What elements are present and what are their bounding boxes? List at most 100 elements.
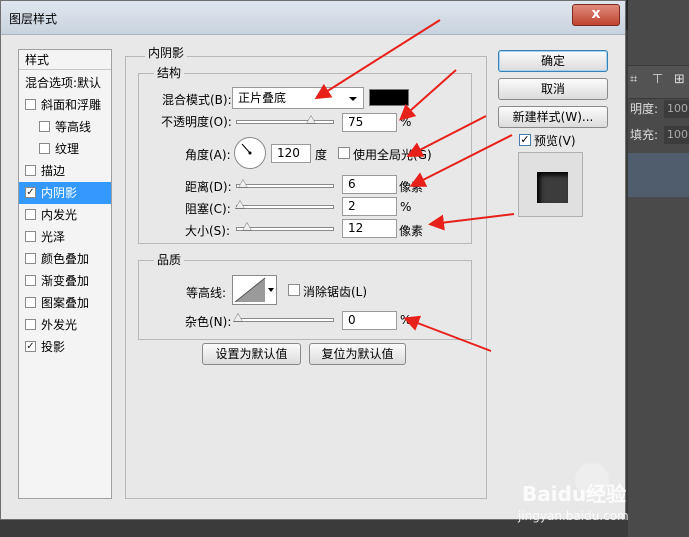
distance-slider[interactable] — [236, 179, 334, 188]
blend-mode-value: 正片叠底 — [238, 91, 287, 105]
style-item-label: 颜色叠加 — [41, 252, 90, 266]
watermark-url: jingyan.baidu.com — [518, 509, 629, 523]
style-item-stroke[interactable]: 描边 — [19, 160, 111, 182]
selected-layer-band[interactable] — [628, 153, 689, 197]
size-slider[interactable] — [236, 222, 334, 231]
style-item-checkbox[interactable] — [25, 209, 36, 220]
style-item-color-overlay[interactable]: 颜色叠加 — [19, 248, 111, 270]
ok-button[interactable]: 确定 — [498, 50, 608, 72]
style-item-checkbox[interactable] — [25, 275, 36, 286]
style-item-pattern-overlay[interactable]: 图案叠加 — [19, 292, 111, 314]
layer-fill-field[interactable]: 100 — [664, 126, 689, 144]
layer-style-dialog: 图层样式 x 样式 混合选项:默认斜面和浮雕等高线纹理 描边 ✓ 内阴影内发光 光泽颜色… — [0, 0, 626, 520]
style-item-texture[interactable]: 纹理 — [19, 138, 111, 160]
quality-title: 品质 — [154, 251, 185, 268]
distance-slider-thumb[interactable] — [238, 179, 248, 188]
transform-icon[interactable]: ⌗ — [630, 72, 637, 87]
dialog-titlebar[interactable]: 图层样式 x — [1, 1, 625, 35]
dialog-title: 图层样式 — [9, 12, 58, 26]
noise-label: 杂色(N): — [185, 315, 232, 329]
layer-fill-row[interactable]: 填充: 100 — [628, 122, 689, 148]
layer-fill-label: 填充: — [630, 128, 659, 142]
global-light-checkbox[interactable] — [338, 147, 350, 159]
angle-label: 角度(A): — [185, 148, 231, 162]
style-item-checkbox[interactable] — [25, 297, 36, 308]
angle-needle-icon — [241, 143, 252, 155]
size-label: 大小(S): — [185, 224, 231, 238]
choke-input[interactable]: 2 — [342, 197, 397, 216]
noise-slider[interactable] — [233, 313, 334, 322]
style-item-outer-glow[interactable]: 外发光 — [19, 314, 111, 336]
noise-unit: % — [400, 313, 412, 327]
size-input[interactable]: 12 — [342, 219, 397, 238]
distance-input[interactable]: 6 — [342, 175, 397, 194]
chevron-down-icon — [268, 288, 274, 292]
style-item-checkbox[interactable] — [25, 231, 36, 242]
structure-title: 结构 — [154, 64, 185, 81]
style-item-contour[interactable]: 等高线 — [19, 116, 111, 138]
link-icon[interactable]: ⊞ — [674, 72, 685, 87]
style-item-satin[interactable]: 光泽 — [19, 226, 111, 248]
blend-mode-select[interactable]: 正片叠底 — [232, 87, 364, 109]
style-item-label: 内阴影 — [41, 186, 78, 200]
antialias-label[interactable]: 消除锯齿(L) — [303, 283, 367, 300]
opacity-slider[interactable] — [236, 115, 334, 124]
opacity-unit: % — [400, 115, 412, 129]
opacity-input[interactable]: 75 — [342, 113, 397, 132]
style-item-checkbox[interactable] — [39, 121, 50, 132]
reset-default-button[interactable]: 复位为默认值 — [309, 343, 406, 365]
style-item-checkbox[interactable] — [25, 319, 36, 330]
layer-opacity-field[interactable]: 100 — [664, 100, 689, 118]
layer-opacity-label: 明度: — [630, 102, 659, 116]
choke-slider[interactable] — [235, 200, 334, 209]
choke-label: 阻塞(C): — [185, 202, 231, 216]
opacity-slider-thumb[interactable] — [306, 115, 316, 124]
style-item-inner-shadow[interactable]: ✓ 内阴影 — [19, 182, 111, 204]
style-item-label: 图案叠加 — [41, 296, 90, 310]
layer-opacity-row[interactable]: 明度: 100 — [628, 96, 689, 122]
style-item-label: 混合选项:默认 — [25, 76, 102, 90]
inner-shadow-title: 内阴影 — [145, 44, 188, 61]
style-item-checkbox[interactable]: ✓ — [25, 187, 36, 198]
close-button[interactable]: x — [572, 4, 620, 26]
style-item-label: 斜面和浮雕 — [41, 98, 102, 112]
contour-picker[interactable] — [232, 275, 268, 305]
style-item-label: 投影 — [41, 340, 66, 354]
new-style-button[interactable]: 新建样式(W)... — [498, 106, 608, 128]
style-item-blending-options[interactable]: 混合选项:默认 — [19, 72, 111, 94]
global-light-label[interactable]: 使用全局光(G) — [353, 146, 432, 163]
shadow-color-swatch[interactable] — [369, 89, 409, 106]
watermark-brand: Baidu经验 — [522, 482, 627, 506]
cancel-button[interactable]: 取消 — [498, 78, 608, 100]
style-item-label: 外发光 — [41, 318, 78, 332]
style-item-bevel-emboss[interactable]: 斜面和浮雕 — [19, 94, 111, 116]
style-item-drop-shadow[interactable]: ✓ 投影 — [19, 336, 111, 358]
noise-input[interactable]: 0 — [342, 311, 397, 330]
styles-header[interactable]: 样式 — [19, 50, 111, 70]
angle-input[interactable]: 120 — [271, 144, 311, 163]
style-preview-thumbnail — [518, 152, 583, 217]
contour-dropdown[interactable] — [267, 275, 277, 305]
choke-slider-thumb[interactable] — [235, 200, 245, 209]
preview-label[interactable]: 预览(V) — [534, 132, 576, 149]
style-item-checkbox[interactable]: ✓ — [25, 341, 36, 352]
noise-slider-thumb[interactable] — [233, 313, 243, 322]
set-default-button[interactable]: 设置为默认值 — [202, 343, 301, 365]
opacity-label: 不透明度(O): — [161, 115, 232, 129]
checkmark-icon: ✓ — [520, 133, 530, 146]
styles-list: 样式 混合选项:默认斜面和浮雕等高线纹理 描边 ✓ 内阴影内发光 光泽颜色叠加渐变叠加图… — [18, 49, 112, 499]
style-item-checkbox[interactable] — [25, 165, 36, 176]
style-item-label: 等高线 — [55, 120, 92, 134]
chevron-down-icon — [349, 97, 357, 101]
align-icon[interactable]: ⊤ — [652, 72, 663, 87]
style-item-checkbox[interactable] — [39, 143, 50, 154]
preview-checkbox[interactable]: ✓ — [519, 134, 531, 146]
style-item-gradient-overlay[interactable]: 渐变叠加 — [19, 270, 111, 292]
style-item-checkbox[interactable] — [25, 99, 36, 110]
angle-unit: 度 — [315, 148, 328, 162]
size-slider-thumb[interactable] — [242, 222, 252, 231]
antialias-checkbox[interactable] — [288, 284, 300, 296]
angle-dial[interactable] — [234, 137, 266, 169]
style-item-inner-glow[interactable]: 内发光 — [19, 204, 111, 226]
style-item-checkbox[interactable] — [25, 253, 36, 264]
